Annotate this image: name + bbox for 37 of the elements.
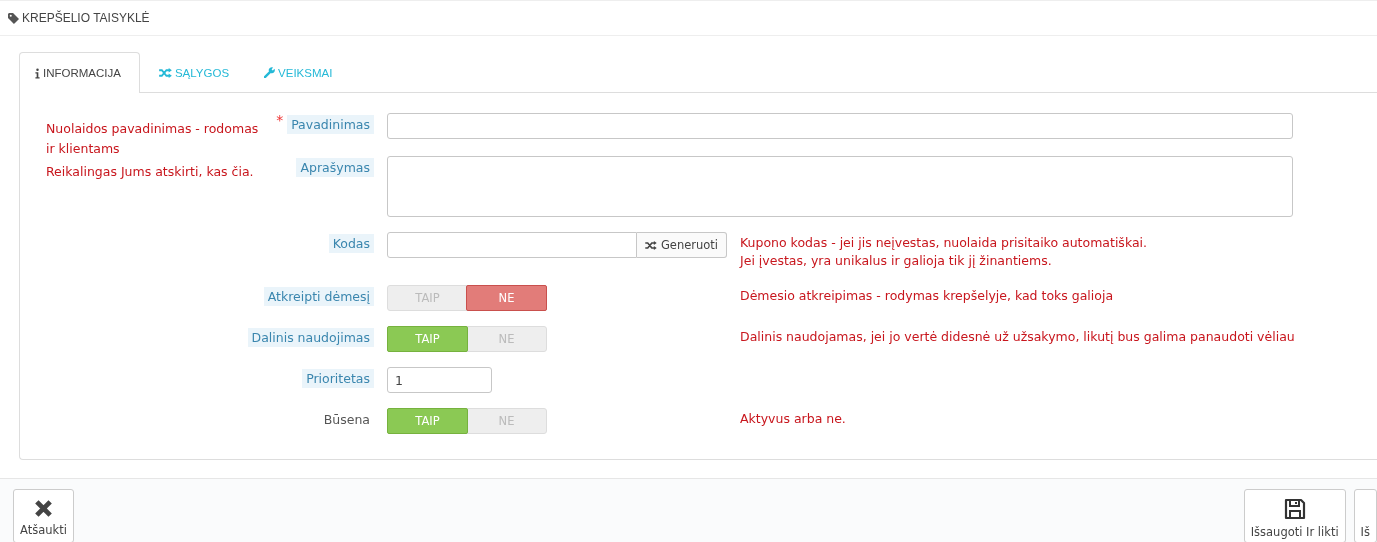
toggle-option[interactable]: TAIP <box>387 326 468 352</box>
field-label: Dalinis naudojimas <box>247 328 374 347</box>
code-field[interactable] <box>387 232 637 258</box>
help-note: Aktyvus arba ne. <box>740 410 847 428</box>
field-label: Aprašymas <box>296 158 374 177</box>
help-note: Dalinis naudojamas, jei jo vertė didesnė už užsakymo, likutį bus galima panaudoti vėliau <box>740 328 1296 346</box>
field-label: Prioritetas <box>302 369 374 388</box>
tab[interactable]: SĄLYGOS <box>139 52 249 92</box>
page-title: KREPŠELIO TAISYKLĖ <box>22 11 150 25</box>
help-note: Reikalingas Jums atskirti, kas čia. <box>46 163 255 181</box>
tab[interactable]: INFORMACIJA <box>19 52 140 93</box>
field-label: Būsena <box>322 411 371 429</box>
shuffle-icon <box>158 67 172 78</box>
info-icon <box>35 67 40 79</box>
required-mark: * <box>276 112 284 128</box>
help-note: Kupono kodas - jei jis neįvestas, nuolaida prisitaiko automatiškai. <box>740 234 1148 252</box>
description-field[interactable] <box>387 156 1293 217</box>
toggle-option[interactable]: NE <box>466 285 547 311</box>
field-label: Kodas <box>328 234 374 253</box>
field-label: Atkreipti dėmesį <box>263 287 374 306</box>
save-button[interactable]: Išsaugoti Ir likti <box>1243 489 1346 542</box>
help-note: Nuolaidos pavadinimas - rodomas <box>46 120 260 138</box>
priority-field[interactable]: 1 <box>387 367 492 393</box>
field-label: Pavadinimas <box>287 115 374 134</box>
generate-button[interactable]: Generuoti <box>636 232 727 258</box>
shuffle-icon <box>644 240 657 250</box>
tab[interactable]: VEIKSMAI <box>248 52 352 92</box>
help-note: Jei įvestas, yra unikalus ir galioja tik jį žinantiems. <box>740 252 1053 270</box>
toggle-option[interactable]: TAIP <box>387 408 468 434</box>
wrench-icon <box>264 67 276 78</box>
help-note: ir klientams <box>46 140 121 158</box>
close-icon <box>33 499 53 518</box>
name-field[interactable] <box>387 113 1293 139</box>
tag-icon <box>8 12 19 24</box>
cancel-button[interactable]: Atšaukti <box>13 489 74 542</box>
save-button[interactable]: Iš <box>1353 489 1377 542</box>
help-note: Dėmesio atkreipimas - rodymas krepšelyje, kad toks galioja <box>740 287 1115 305</box>
